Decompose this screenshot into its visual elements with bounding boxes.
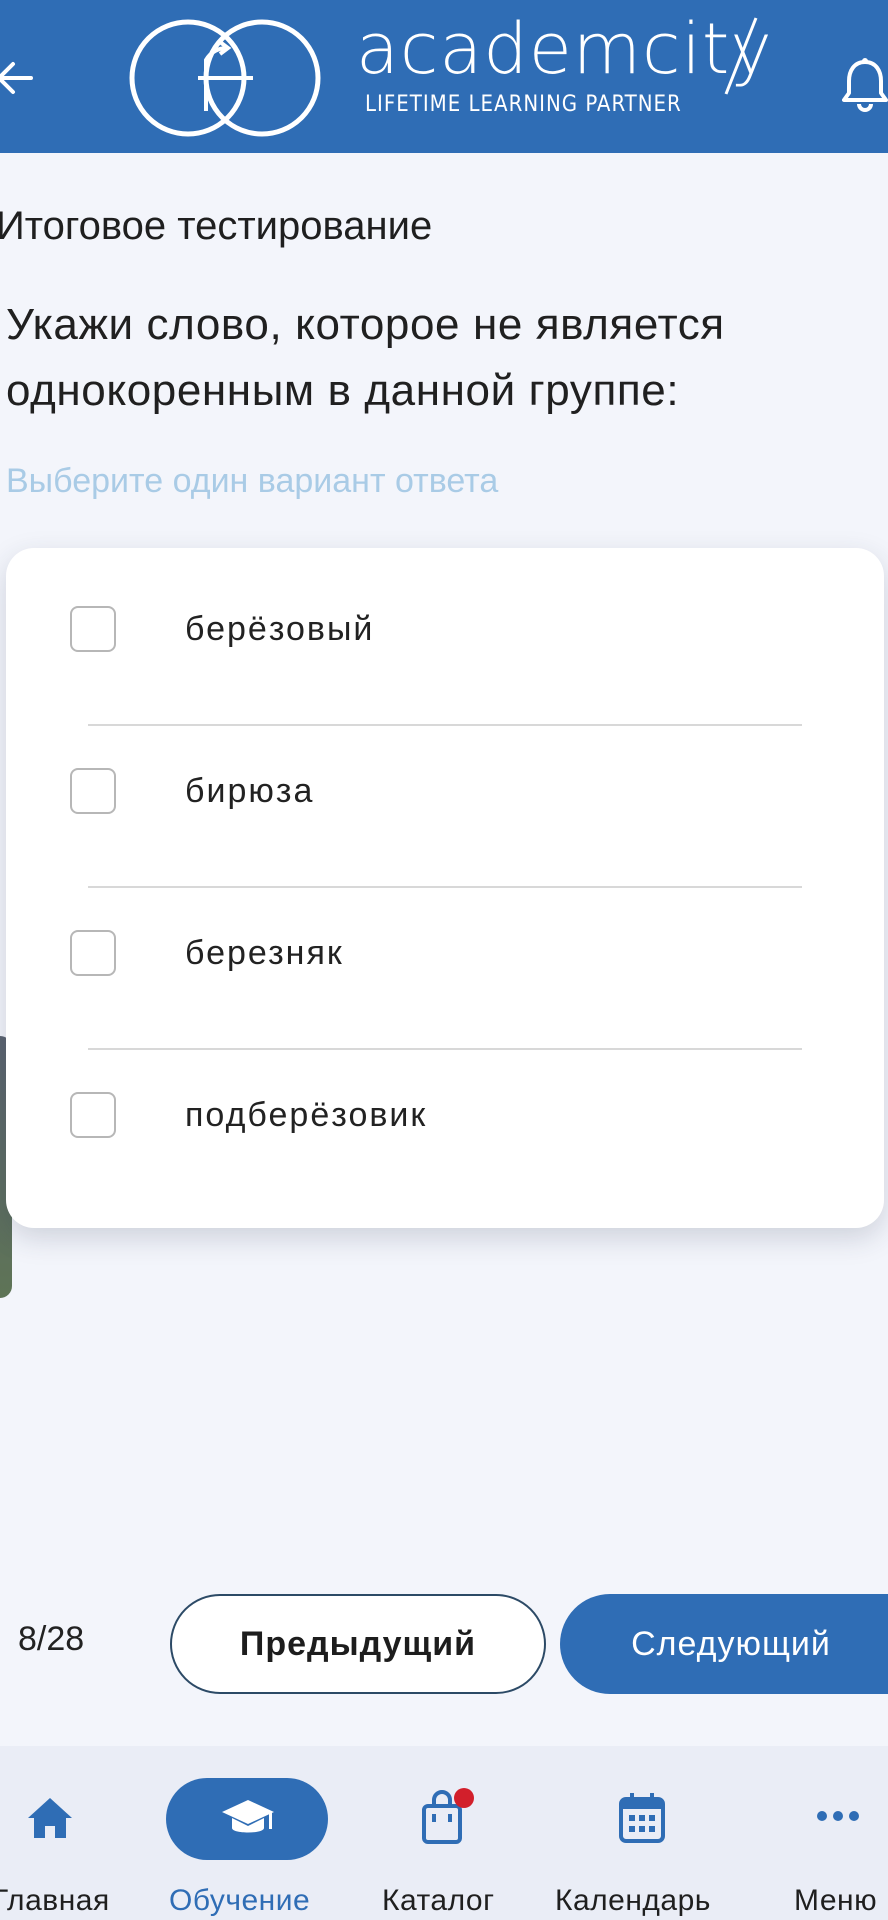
answer-hint: Выберите один вариант ответа (6, 462, 499, 500)
option-label: берёзовый (185, 609, 375, 648)
back-button[interactable] (0, 58, 36, 98)
logo-slash-icon (724, 17, 758, 95)
option-item[interactable]: бирюза (6, 710, 884, 872)
nav-item-learning[interactable]: Обучение (160, 1746, 336, 1920)
nav-item-catalog[interactable]: Каталог (370, 1746, 510, 1920)
nav-label: Меню (794, 1884, 878, 1917)
app-header: academcity LIFETIME LEARNING PARTNER (0, 0, 888, 153)
option-item[interactable]: подберёзовик (6, 1034, 884, 1196)
question-text: Укажи слово, которое не является однокор… (6, 300, 725, 415)
bottom-navigation: Главная Обучение Каталог Календарь Меню (0, 1746, 888, 1920)
brand-name: academcity (356, 8, 773, 90)
option-item[interactable]: берёзовый (6, 548, 884, 710)
notification-badge (454, 1788, 474, 1808)
nav-item-calendar[interactable]: Календарь (550, 1746, 740, 1920)
option-label: березняк (185, 933, 344, 972)
brand-tagline: LIFETIME LEARNING PARTNER (365, 92, 682, 117)
logo-circles-icon (129, 19, 321, 137)
arrow-left-icon (0, 62, 33, 94)
next-button[interactable]: Следующий (560, 1594, 888, 1694)
calendar-icon (619, 1793, 665, 1843)
option-item[interactable]: березняк (6, 872, 884, 1034)
more-icon (817, 1811, 859, 1821)
option-label: бирюза (185, 771, 315, 810)
notification-bell-icon[interactable] (842, 56, 888, 112)
home-icon (28, 1798, 72, 1838)
graduation-cap-icon (222, 1800, 274, 1833)
option-checkbox[interactable] (70, 930, 116, 976)
option-checkbox[interactable] (70, 606, 116, 652)
previous-button[interactable]: Предыдущий (170, 1594, 546, 1694)
page-title: Итоговое тестирование (0, 204, 433, 248)
nav-label: Главная (0, 1884, 110, 1917)
nav-label: Каталог (382, 1884, 495, 1917)
option-label: подберёзовик (185, 1095, 428, 1134)
option-checkbox[interactable] (70, 1092, 116, 1138)
options-card: берёзовый бирюза березняк подберёзовик (6, 548, 884, 1228)
nav-item-home[interactable]: Главная (0, 1746, 150, 1920)
nav-label: Календарь (555, 1884, 711, 1917)
nav-item-menu[interactable]: Меню (780, 1746, 888, 1920)
nav-label: Обучение (169, 1884, 311, 1917)
option-checkbox[interactable] (70, 768, 116, 814)
question-counter: 8/28 (18, 1620, 85, 1658)
